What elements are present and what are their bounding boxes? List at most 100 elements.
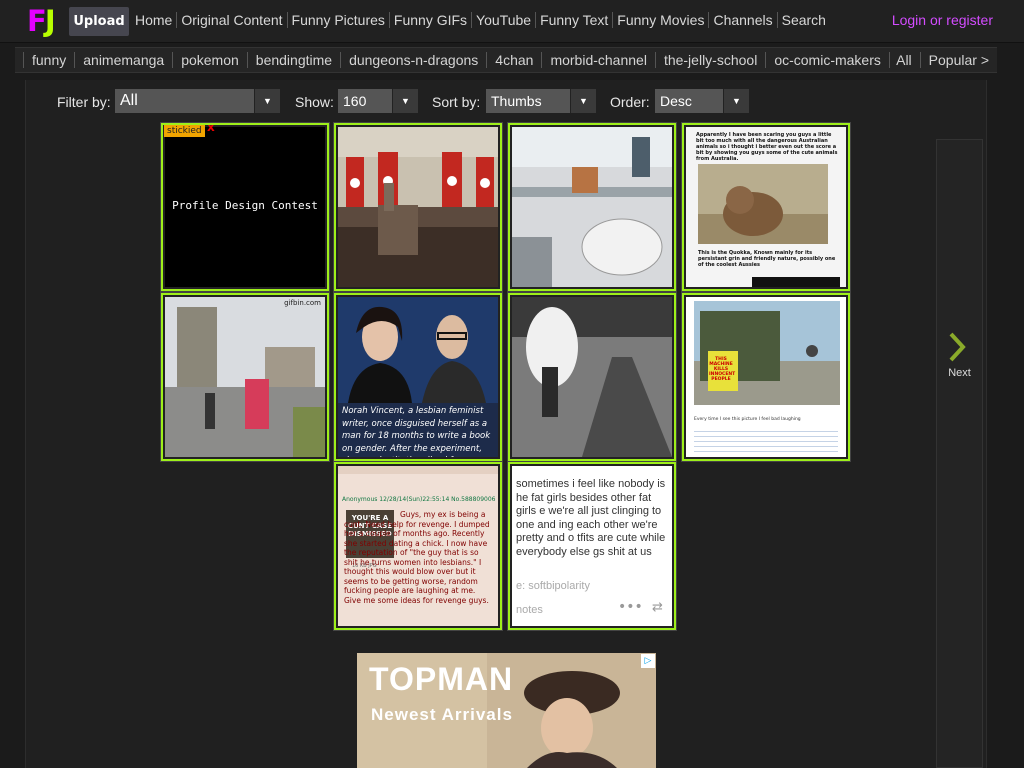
greentext-top-strip	[338, 466, 498, 474]
channel-oc-comic-makers[interactable]: oc-comic-makers	[765, 52, 890, 68]
nav-youtube[interactable]: YouTube	[471, 12, 535, 28]
channel-list: funny animemanga pokemon bendingtime dun…	[23, 52, 890, 68]
thumbnail-image: THIS MACHINE KILLS INNOCENT PEOPLE Every…	[686, 297, 846, 457]
channel-pokemon[interactable]: pokemon	[172, 52, 247, 68]
show-select-value: 160	[343, 93, 367, 109]
filter-bar: Filter by: All ▼ Show: 160 ▼ Sort by: Th…	[0, 89, 1024, 113]
login-register-link[interactable]: Login or register	[892, 12, 993, 28]
stickied-badge: stickied	[164, 125, 205, 137]
nav-search[interactable]: Search	[776, 12, 830, 28]
nav-funny-pictures[interactable]: Funny Pictures	[286, 12, 389, 28]
protest-caption: Every time I see this picture I feel bad…	[694, 417, 801, 422]
norah-caption: Norah Vincent, a lesbian feminist writer…	[342, 406, 491, 457]
thumbnail-image: Apparently I have been scaring you guys …	[686, 127, 846, 287]
thumbnail-image: Profile Design Contest	[165, 127, 325, 287]
chevron-down-icon[interactable]: ▼	[723, 89, 749, 113]
protest-photo	[694, 301, 840, 405]
funnyjunk-logo[interactable]: FJ	[27, 4, 56, 38]
close-icon[interactable]: x	[207, 125, 215, 134]
order-label: Order:	[610, 94, 650, 110]
protest-sign-text: THIS MACHINE KILLS INNOCENT PEOPLE	[709, 357, 736, 382]
quokka-bottom-strip	[752, 277, 840, 287]
thumbnail-street-gif[interactable]: gifbin.com	[160, 292, 330, 462]
filter-select[interactable]: All ▼	[115, 89, 280, 113]
quokka-photo	[698, 164, 828, 244]
channel-sort-links: All Popular >	[888, 52, 989, 68]
sort-by-label: Sort by:	[432, 94, 481, 110]
thumbnail-image: gifbin.com	[165, 297, 325, 457]
thumbnail-quokka[interactable]: Apparently I have been scaring you guys …	[681, 122, 851, 292]
gifbin-watermark: gifbin.com	[284, 299, 321, 307]
quokka-caption-top: Apparently I have been scaring you guys …	[696, 132, 838, 162]
thumbnail-image	[512, 297, 672, 457]
channel-4chan[interactable]: 4chan	[486, 52, 541, 68]
nav-home[interactable]: Home	[135, 12, 176, 28]
next-page-column[interactable]: Next	[936, 139, 983, 768]
thumbnail-protest-machine[interactable]: THIS MACHINE KILLS INNOCENT PEOPLE Every…	[681, 292, 851, 462]
thumbnail-image: Norah Vincent, a lesbian feminist writer…	[338, 297, 498, 457]
nav-funny-gifs[interactable]: Funny GIFs	[388, 12, 471, 28]
ad-subtitle: Newest Arrivals	[371, 705, 513, 724]
show-select[interactable]: 160 ▼	[338, 89, 418, 113]
channel-all-link[interactable]: All	[888, 52, 912, 68]
channel-popular-link[interactable]: Popular >	[921, 52, 989, 68]
rally-photo	[338, 127, 498, 287]
thumbnail-bathroom-gif[interactable]	[507, 122, 677, 292]
thumbnail-image	[338, 127, 498, 287]
channel-funny[interactable]: funny	[23, 52, 74, 68]
bathroom-photo	[512, 127, 672, 287]
quokka-caption-bottom: This is the Quokka, Known mainly for its…	[698, 250, 836, 268]
next-label[interactable]: Next	[937, 367, 982, 379]
nav-funny-text[interactable]: Funny Text	[535, 12, 612, 28]
thumbnail-fire-gif[interactable]	[507, 292, 677, 462]
top-navbar: FJ Upload Home Original Content Funny Pi…	[0, 0, 1024, 43]
nav-channels[interactable]: Channels	[708, 12, 776, 28]
tumblr-text: sometimes i feel like nobody is he fat g…	[516, 478, 666, 558]
thumbnail-profile-contest[interactable]: Profile Design Contest stickied x	[160, 122, 330, 292]
order-select[interactable]: Desc ▼	[655, 89, 749, 113]
nav-funny-movies[interactable]: Funny Movies	[612, 12, 708, 28]
chevron-down-icon[interactable]: ▼	[392, 89, 418, 113]
chevron-down-icon[interactable]: ▼	[570, 89, 596, 113]
protest-text-lines	[694, 427, 838, 455]
advertisement[interactable]: TOPMAN Newest Arrivals ▷	[357, 653, 656, 768]
reblog-icon: ⇄	[652, 600, 663, 615]
thumbnail-greentext[interactable]: Anonymous 12/28/14(Sun)22:55:14 No.58880…	[333, 461, 503, 631]
norah-photo	[338, 297, 498, 403]
thumbnail-image: sometimes i feel like nobody is he fat g…	[512, 466, 672, 626]
channel-bar: funny animemanga pokemon bendingtime dun…	[15, 47, 997, 73]
fire-photo	[512, 297, 672, 457]
greentext-body: Guys, my ex is being a cunt. Need help f…	[344, 510, 490, 605]
thumbnail-rally-photo[interactable]	[333, 122, 503, 292]
sort-select-value: Thumbs	[491, 93, 542, 109]
thumbnail-tumblr-post[interactable]: sometimes i feel like nobody is he fat g…	[507, 461, 677, 631]
filter-select-value: All	[120, 92, 138, 109]
chevron-down-icon[interactable]: ▼	[254, 89, 280, 113]
upload-button[interactable]: Upload	[69, 7, 129, 36]
channel-dungeons-n-dragons[interactable]: dungeons-n-dragons	[340, 52, 486, 68]
logo-letter-f: F	[27, 4, 47, 38]
show-label: Show:	[295, 94, 334, 110]
thumbnail-image: Anonymous 12/28/14(Sun)22:55:14 No.58880…	[338, 466, 498, 626]
channel-morbid-channel[interactable]: morbid-channel	[541, 52, 655, 68]
channel-the-jelly-school[interactable]: the-jelly-school	[654, 52, 765, 68]
nav-original-content[interactable]: Original Content	[176, 12, 286, 28]
more-icon: •••	[618, 599, 643, 615]
contest-title: Profile Design Contest	[172, 199, 318, 212]
tumblr-notes: notes	[516, 604, 543, 616]
main-nav: Home Original Content Funny Pictures Fun…	[135, 12, 830, 28]
logo-letter-j: J	[44, 4, 56, 38]
channel-animemanga[interactable]: animemanga	[74, 52, 172, 68]
sort-select[interactable]: Thumbs ▼	[486, 89, 596, 113]
thumbnail-norah-vincent[interactable]: Norah Vincent, a lesbian feminist writer…	[333, 292, 503, 462]
greentext-header: Anonymous 12/28/14(Sun)22:55:14 No.58880…	[342, 496, 496, 503]
thumbnail-image	[512, 127, 672, 287]
tumblr-source: e: softbipolarity	[516, 580, 590, 592]
filter-by-label: Filter by:	[57, 94, 111, 110]
ad-brand: TOPMAN	[369, 661, 514, 697]
street-photo	[165, 297, 325, 457]
adchoices-icon[interactable]: ▷	[641, 654, 655, 668]
chevron-right-icon[interactable]	[945, 332, 973, 362]
channel-bendingtime[interactable]: bendingtime	[246, 52, 340, 68]
order-select-value: Desc	[660, 93, 692, 109]
